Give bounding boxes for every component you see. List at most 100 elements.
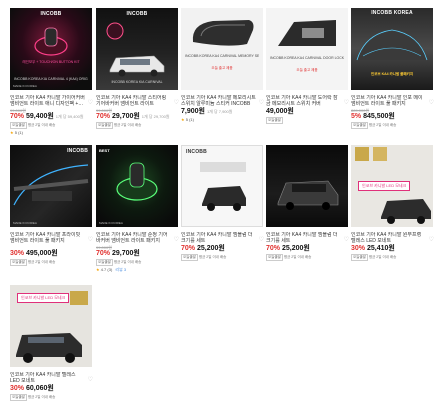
unit-price: 1개 당 29,700원 [141, 114, 170, 119]
sale-price: 7,900 [181, 108, 199, 115]
price-unit: 원 [133, 113, 140, 120]
product-highlight: 레인보우 + TOUCH/ON BUTTON KIT [22, 60, 80, 64]
price-row: 70% 25,200원 [266, 245, 348, 253]
wishlist-heart-icon[interactable]: ♡ [174, 237, 179, 243]
product-title[interactable]: 인코브 기아 KA4 카니발 엠블럼 더크기를 세트 [181, 232, 263, 244]
product-image[interactable]: INCOBB 레인보우 + TOUCH/ON BUTTON KIT INCOBB… [10, 8, 92, 90]
star-icon: ★ [96, 267, 100, 272]
price-unit: 원 [218, 245, 225, 252]
price-unit: 원 [303, 245, 310, 252]
product-title[interactable]: 인코브 기아 KA4 카니발 스티어링 기어바커버 앰비언트 라이트 [96, 95, 178, 107]
sale-price: 845,500 [363, 113, 389, 120]
product-title[interactable]: 인코브 기아 KA4 카니발 메모리시트 스위치 알루미늄 스티커 INCOBB… [181, 95, 263, 107]
price-row: 5% 845,500원 [351, 113, 433, 121]
made-in-korea-label: MADE IN KOREA [99, 221, 123, 225]
product-title[interactable]: 인코브 기아 KA4 카니발 인포 메이 앰비언트 라이트 풀 패키지 [351, 95, 433, 107]
product-card[interactable]: INCOBB KOREA KA4 CARNIVAL DOOR LOCK SWIT… [266, 8, 349, 124]
brand-logo: INCOBB KOREA [371, 10, 413, 16]
product-card[interactable]: BEST MADE IN KOREA ♡ 인코브 기아 KA4 카니발 순정 기… [96, 145, 179, 273]
product-card[interactable]: 인코브 카니발 LED 모네크 ♡ 인코브 기아 KA4 카니발 텔레스 LED… [10, 285, 93, 401]
wishlist-heart-icon[interactable]: ♡ [88, 377, 93, 383]
product-title[interactable]: 인코브 기아 KA4 카니발 엠블럼 더크기를 세트 [266, 232, 348, 244]
led-car-graphic [355, 147, 431, 224]
brand-logo: INCOBB [67, 148, 88, 154]
product-image[interactable] [266, 145, 348, 227]
emblem-graphic [200, 162, 246, 211]
shipping-tag: 오늘출발 [266, 117, 283, 124]
unit-price: 1개 당 7,900원 [206, 109, 233, 114]
shipping-info: 오늘출발 [266, 117, 348, 124]
product-banner: INCOBB KOREA KA4 CARNIVAL DOOR LOCK SWIT… [270, 56, 344, 60]
brand-logo: INCOBB [186, 149, 207, 155]
brand-logo: INCOBB [126, 11, 148, 17]
product-highlight: 인코브 KA4 카니발 풀패키지 [370, 72, 414, 76]
product-title[interactable]: 인코브 기아 KA4 카니발 텔레스 LED 모네트 [10, 372, 92, 384]
shipping-info: 오늘출발 평균 2일 이내 배송 [351, 122, 433, 129]
wishlist-heart-icon[interactable]: ♡ [344, 237, 349, 243]
interior-ambient-graphic [13, 164, 89, 206]
product-image[interactable]: INCOBB KOREA 인코브 KA4 카니발 풀패키지 [351, 8, 433, 90]
wishlist-heart-icon[interactable]: ♡ [429, 237, 434, 243]
discount-rate: 30% [351, 245, 366, 252]
price-unit: 원 [133, 250, 140, 257]
shipping-tag: 오늘출발 [96, 122, 113, 129]
rating-value: 4.7 [100, 267, 107, 272]
product-banner: INCOBB KOREA KA4 CARNIVAL MEMORY SEAT SW… [185, 54, 259, 58]
price-unit: 원 [51, 250, 58, 257]
review-count: (1) [18, 130, 23, 135]
product-card[interactable]: INCOBB ♡ 인코브 기아 KA4 카니발 엠블럼 더크기를 세트 70% … [181, 145, 264, 261]
shipping-tag: 오늘출발 [10, 394, 27, 401]
product-image[interactable]: BEST MADE IN KOREA [96, 145, 178, 227]
discount-rate: 30% [10, 385, 25, 392]
product-card[interactable]: INCOBB KOREA KA4 CARNIVAL MEMORY SEAT SW… [181, 8, 264, 122]
best-badge: BEST [99, 148, 110, 153]
rating-value: 5 [14, 130, 17, 135]
sale-price: 49,000 [266, 108, 288, 115]
product-title[interactable]: 인코브 기아 KA4 카니발 프라이빗 앰비언트 라이트 풀 패키지 [10, 232, 92, 244]
product-card[interactable]: INCOBB 레인보우 + TOUCH/ON BUTTON KIT INCOBB… [10, 8, 93, 135]
unit-price: 1개 당 59,400원 [55, 114, 84, 119]
wishlist-heart-icon[interactable]: ♡ [259, 237, 264, 243]
wishlist-heart-icon[interactable]: ♡ [259, 100, 264, 106]
product-title[interactable]: 인코브 기아 KA4 카니발 가이어커버 앰비언트 라이트 애니 디자인팩 +… [10, 95, 92, 107]
wishlist-heart-icon[interactable]: ♡ [344, 100, 349, 106]
product-image[interactable]: 인코브 카니발 LED 모네크 [351, 145, 433, 227]
price-unit: 원 [388, 113, 395, 120]
gear-knob-graphic [34, 27, 68, 56]
product-image[interactable]: INCOBB MADE IN KOREA [10, 145, 92, 227]
product-card[interactable]: ♡ 인코브 기아 KA4 카니발 엠블럼 더크기를 세트 70% 25,200원… [266, 145, 349, 261]
product-image[interactable]: 인코브 카니발 LED 모네크 [10, 285, 92, 367]
made-in-korea-label: MADE IN KOREA [13, 221, 37, 225]
product-card[interactable]: INCOBB INCOBB KOREA KIA CARNIVAL ♡ 인코브 기… [96, 8, 179, 129]
product-banner: INCOBB KOREA KIA CARNIVAL [111, 80, 163, 84]
star-icon: ★ [181, 117, 185, 122]
product-title[interactable]: 인코브 기아 KA4 카니발 원무프렝 텔레스 LED 모네트 [351, 232, 433, 244]
dashboard-graphic [356, 29, 428, 61]
product-card[interactable]: INCOBB KOREA 인코브 KA4 카니발 풀패키지 ♡ 인코브 기아 K… [351, 8, 434, 129]
product-image[interactable]: INCOBB [181, 145, 263, 227]
discount-rate: 5% [351, 113, 362, 120]
sale-price: 60,060 [25, 385, 48, 392]
review-count: (3) [107, 267, 113, 272]
shipping-info: 오늘출발 평균 2일 이내 배송 [96, 122, 178, 129]
product-image[interactable]: INCOBB INCOBB KOREA KIA CARNIVAL [96, 8, 178, 90]
shipping-text: 평균 2일 이내 배송 [198, 255, 227, 259]
wishlist-heart-icon[interactable]: ♡ [429, 100, 434, 106]
product-title[interactable]: 인코브 기아 KA4 카니발 도어락 잠금 메모리시트 스위치 커버 INCOB… [266, 95, 348, 107]
product-image[interactable]: INCOBB KOREA KA4 CARNIVAL DOOR LOCK SWIT… [266, 8, 348, 90]
shipping-text: 평균 2일 이내 배송 [368, 123, 397, 127]
price-row: 30% 25,410원 [351, 245, 433, 253]
shipping-tag: 오늘출발 [266, 254, 283, 261]
product-image[interactable]: INCOBB KOREA KA4 CARNIVAL MEMORY SEAT SW… [181, 8, 263, 90]
product-title[interactable]: 인코브 기아 KA4 카니발 순정 기어바커버 앰비언트 라이트 패키지 [96, 232, 178, 244]
product-card[interactable]: INCOBB MADE IN KOREA ♡ 인코브 기아 KA4 카니발 프라… [10, 145, 93, 266]
price-unit: 원 [388, 245, 395, 252]
wishlist-heart-icon[interactable]: ♡ [174, 100, 179, 106]
sale-price: 25,410 [366, 245, 389, 252]
wishlist-heart-icon[interactable]: ♡ [88, 237, 93, 243]
wishlist-heart-icon[interactable]: ♡ [88, 100, 93, 106]
sale-price: 59,400 [25, 113, 48, 120]
rating-row: ★ 5 (1) [181, 117, 263, 122]
product-card[interactable]: 인코브 카니발 LED 모네크 ♡ 인코브 기아 KA4 카니발 원무프렝 텔레… [351, 145, 434, 261]
shipping-info: 오늘출발 평균 2일 이내 배송 [10, 394, 92, 401]
